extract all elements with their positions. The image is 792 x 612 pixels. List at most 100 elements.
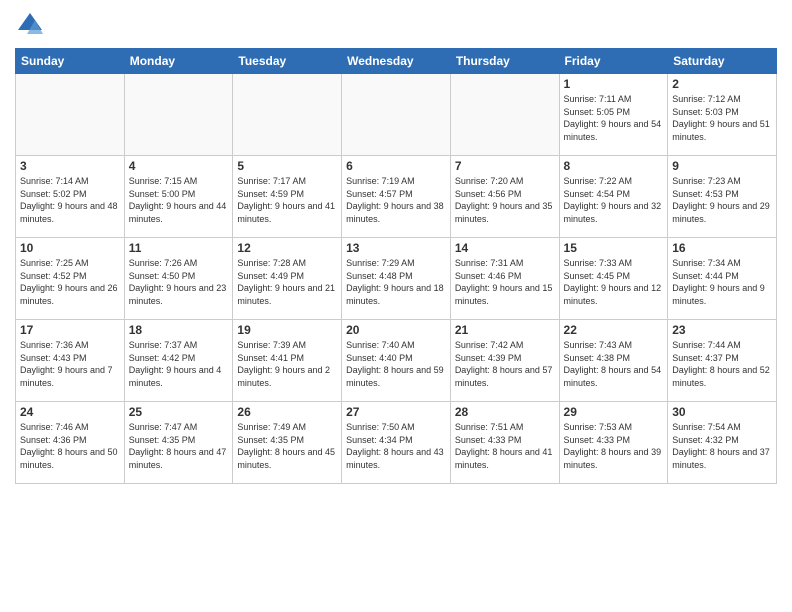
- day-info: Sunrise: 7:12 AM Sunset: 5:03 PM Dayligh…: [672, 93, 772, 143]
- day-info: Sunrise: 7:14 AM Sunset: 5:02 PM Dayligh…: [20, 175, 120, 225]
- day-number: 20: [346, 323, 446, 337]
- day-number: 15: [564, 241, 664, 255]
- day-info: Sunrise: 7:42 AM Sunset: 4:39 PM Dayligh…: [455, 339, 555, 389]
- calendar-cell: 20 Sunrise: 7:40 AM Sunset: 4:40 PM Dayli…: [342, 320, 451, 402]
- day-info: Sunrise: 7:25 AM Sunset: 4:52 PM Dayligh…: [20, 257, 120, 307]
- day-info: Sunrise: 7:22 AM Sunset: 4:54 PM Dayligh…: [564, 175, 664, 225]
- day-number: 14: [455, 241, 555, 255]
- day-number: 22: [564, 323, 664, 337]
- calendar-cell: 3 Sunrise: 7:14 AM Sunset: 5:02 PM Daylig…: [16, 156, 125, 238]
- calendar-cell: [450, 74, 559, 156]
- day-info: Sunrise: 7:31 AM Sunset: 4:46 PM Dayligh…: [455, 257, 555, 307]
- day-info: Sunrise: 7:17 AM Sunset: 4:59 PM Dayligh…: [237, 175, 337, 225]
- day-number: 23: [672, 323, 772, 337]
- day-number: 18: [129, 323, 229, 337]
- calendar-week-2: 3 Sunrise: 7:14 AM Sunset: 5:02 PM Daylig…: [16, 156, 777, 238]
- day-number: 7: [455, 159, 555, 173]
- calendar-week-5: 24Sunrise: 7:46 AM Sunset: 4:36 PM Dayli…: [16, 402, 777, 484]
- day-number: 12: [237, 241, 337, 255]
- calendar-cell: 19Sunrise: 7:39 AM Sunset: 4:41 PM Dayli…: [233, 320, 342, 402]
- day-number: 4: [129, 159, 229, 173]
- calendar-cell: 2 Sunrise: 7:12 AM Sunset: 5:03 PM Daylig…: [668, 74, 777, 156]
- calendar-cell: 24Sunrise: 7:46 AM Sunset: 4:36 PM Dayli…: [16, 402, 125, 484]
- calendar-cell: 15 Sunrise: 7:33 AM Sunset: 4:45 PM Dayli…: [559, 238, 668, 320]
- day-number: 3: [20, 159, 120, 173]
- calendar-week-1: 1 Sunrise: 7:11 AM Sunset: 5:05 PM Daylig…: [16, 74, 777, 156]
- day-info: Sunrise: 7:15 AM Sunset: 5:00 PM Dayligh…: [129, 175, 229, 225]
- header: [15, 10, 777, 40]
- calendar-cell: 17 Sunrise: 7:36 AM Sunset: 4:43 PM Dayli…: [16, 320, 125, 402]
- day-info: Sunrise: 7:37 AM Sunset: 4:42 PM Dayligh…: [129, 339, 229, 389]
- calendar-cell: [233, 74, 342, 156]
- day-info: Sunrise: 7:54 AM Sunset: 4:32 PM Dayligh…: [672, 421, 772, 471]
- weekday-header-thursday: Thursday: [450, 49, 559, 74]
- day-number: 29: [564, 405, 664, 419]
- calendar-cell: 10 Sunrise: 7:25 AM Sunset: 4:52 PM Dayli…: [16, 238, 125, 320]
- calendar-cell: 26Sunrise: 7:49 AM Sunset: 4:35 PM Dayli…: [233, 402, 342, 484]
- calendar-cell: 7 Sunrise: 7:20 AM Sunset: 4:56 PM Daylig…: [450, 156, 559, 238]
- day-info: Sunrise: 7:36 AM Sunset: 4:43 PM Dayligh…: [20, 339, 120, 389]
- day-info: Sunrise: 7:50 AM Sunset: 4:34 PM Dayligh…: [346, 421, 446, 471]
- day-number: 24: [20, 405, 120, 419]
- weekday-header-monday: Monday: [124, 49, 233, 74]
- calendar-cell: 21 Sunrise: 7:42 AM Sunset: 4:39 PM Dayli…: [450, 320, 559, 402]
- day-number: 17: [20, 323, 120, 337]
- day-number: 25: [129, 405, 229, 419]
- calendar-cell: 28 Sunrise: 7:51 AM Sunset: 4:33 PM Dayli…: [450, 402, 559, 484]
- day-info: Sunrise: 7:28 AM Sunset: 4:49 PM Dayligh…: [237, 257, 337, 307]
- day-number: 2: [672, 77, 772, 91]
- day-number: 19: [237, 323, 337, 337]
- logo-icon: [15, 10, 45, 40]
- calendar-cell: [16, 74, 125, 156]
- calendar-cell: 14 Sunrise: 7:31 AM Sunset: 4:46 PM Dayli…: [450, 238, 559, 320]
- calendar-cell: 30 Sunrise: 7:54 AM Sunset: 4:32 PM Dayli…: [668, 402, 777, 484]
- calendar-header-row: SundayMondayTuesdayWednesdayThursdayFrid…: [16, 49, 777, 74]
- day-info: Sunrise: 7:51 AM Sunset: 4:33 PM Dayligh…: [455, 421, 555, 471]
- weekday-header-saturday: Saturday: [668, 49, 777, 74]
- day-info: Sunrise: 7:33 AM Sunset: 4:45 PM Dayligh…: [564, 257, 664, 307]
- day-number: 27: [346, 405, 446, 419]
- day-info: Sunrise: 7:19 AM Sunset: 4:57 PM Dayligh…: [346, 175, 446, 225]
- day-info: Sunrise: 7:43 AM Sunset: 4:38 PM Dayligh…: [564, 339, 664, 389]
- calendar-week-3: 10 Sunrise: 7:25 AM Sunset: 4:52 PM Dayli…: [16, 238, 777, 320]
- day-info: Sunrise: 7:23 AM Sunset: 4:53 PM Dayligh…: [672, 175, 772, 225]
- day-info: Sunrise: 7:40 AM Sunset: 4:40 PM Dayligh…: [346, 339, 446, 389]
- day-number: 11: [129, 241, 229, 255]
- calendar-cell: 6 Sunrise: 7:19 AM Sunset: 4:57 PM Daylig…: [342, 156, 451, 238]
- calendar-cell: [342, 74, 451, 156]
- calendar-cell: 23 Sunrise: 7:44 AM Sunset: 4:37 PM Dayli…: [668, 320, 777, 402]
- day-info: Sunrise: 7:26 AM Sunset: 4:50 PM Dayligh…: [129, 257, 229, 307]
- calendar-cell: 16 Sunrise: 7:34 AM Sunset: 4:44 PM Dayli…: [668, 238, 777, 320]
- calendar-cell: 22 Sunrise: 7:43 AM Sunset: 4:38 PM Dayli…: [559, 320, 668, 402]
- day-info: Sunrise: 7:29 AM Sunset: 4:48 PM Dayligh…: [346, 257, 446, 307]
- day-number: 28: [455, 405, 555, 419]
- day-info: Sunrise: 7:11 AM Sunset: 5:05 PM Dayligh…: [564, 93, 664, 143]
- day-number: 21: [455, 323, 555, 337]
- day-number: 30: [672, 405, 772, 419]
- day-info: Sunrise: 7:44 AM Sunset: 4:37 PM Dayligh…: [672, 339, 772, 389]
- page: SundayMondayTuesdayWednesdayThursdayFrid…: [0, 0, 792, 612]
- calendar-cell: 4 Sunrise: 7:15 AM Sunset: 5:00 PM Daylig…: [124, 156, 233, 238]
- day-info: Sunrise: 7:53 AM Sunset: 4:33 PM Dayligh…: [564, 421, 664, 471]
- day-number: 1: [564, 77, 664, 91]
- day-info: Sunrise: 7:34 AM Sunset: 4:44 PM Dayligh…: [672, 257, 772, 307]
- day-number: 16: [672, 241, 772, 255]
- calendar-cell: 18 Sunrise: 7:37 AM Sunset: 4:42 PM Dayli…: [124, 320, 233, 402]
- day-number: 10: [20, 241, 120, 255]
- calendar-cell: 9Sunrise: 7:23 AM Sunset: 4:53 PM Daylig…: [668, 156, 777, 238]
- logo: [15, 10, 49, 40]
- calendar: SundayMondayTuesdayWednesdayThursdayFrid…: [15, 48, 777, 484]
- day-info: Sunrise: 7:49 AM Sunset: 4:35 PM Dayligh…: [237, 421, 337, 471]
- day-number: 8: [564, 159, 664, 173]
- day-number: 5: [237, 159, 337, 173]
- calendar-cell: 5 Sunrise: 7:17 AM Sunset: 4:59 PM Daylig…: [233, 156, 342, 238]
- day-info: Sunrise: 7:20 AM Sunset: 4:56 PM Dayligh…: [455, 175, 555, 225]
- calendar-cell: 27 Sunrise: 7:50 AM Sunset: 4:34 PM Dayli…: [342, 402, 451, 484]
- weekday-header-sunday: Sunday: [16, 49, 125, 74]
- day-number: 6: [346, 159, 446, 173]
- calendar-cell: 12 Sunrise: 7:28 AM Sunset: 4:49 PM Dayli…: [233, 238, 342, 320]
- calendar-cell: 13Sunrise: 7:29 AM Sunset: 4:48 PM Dayli…: [342, 238, 451, 320]
- calendar-cell: 8 Sunrise: 7:22 AM Sunset: 4:54 PM Daylig…: [559, 156, 668, 238]
- weekday-header-tuesday: Tuesday: [233, 49, 342, 74]
- calendar-cell: 25Sunrise: 7:47 AM Sunset: 4:35 PM Dayli…: [124, 402, 233, 484]
